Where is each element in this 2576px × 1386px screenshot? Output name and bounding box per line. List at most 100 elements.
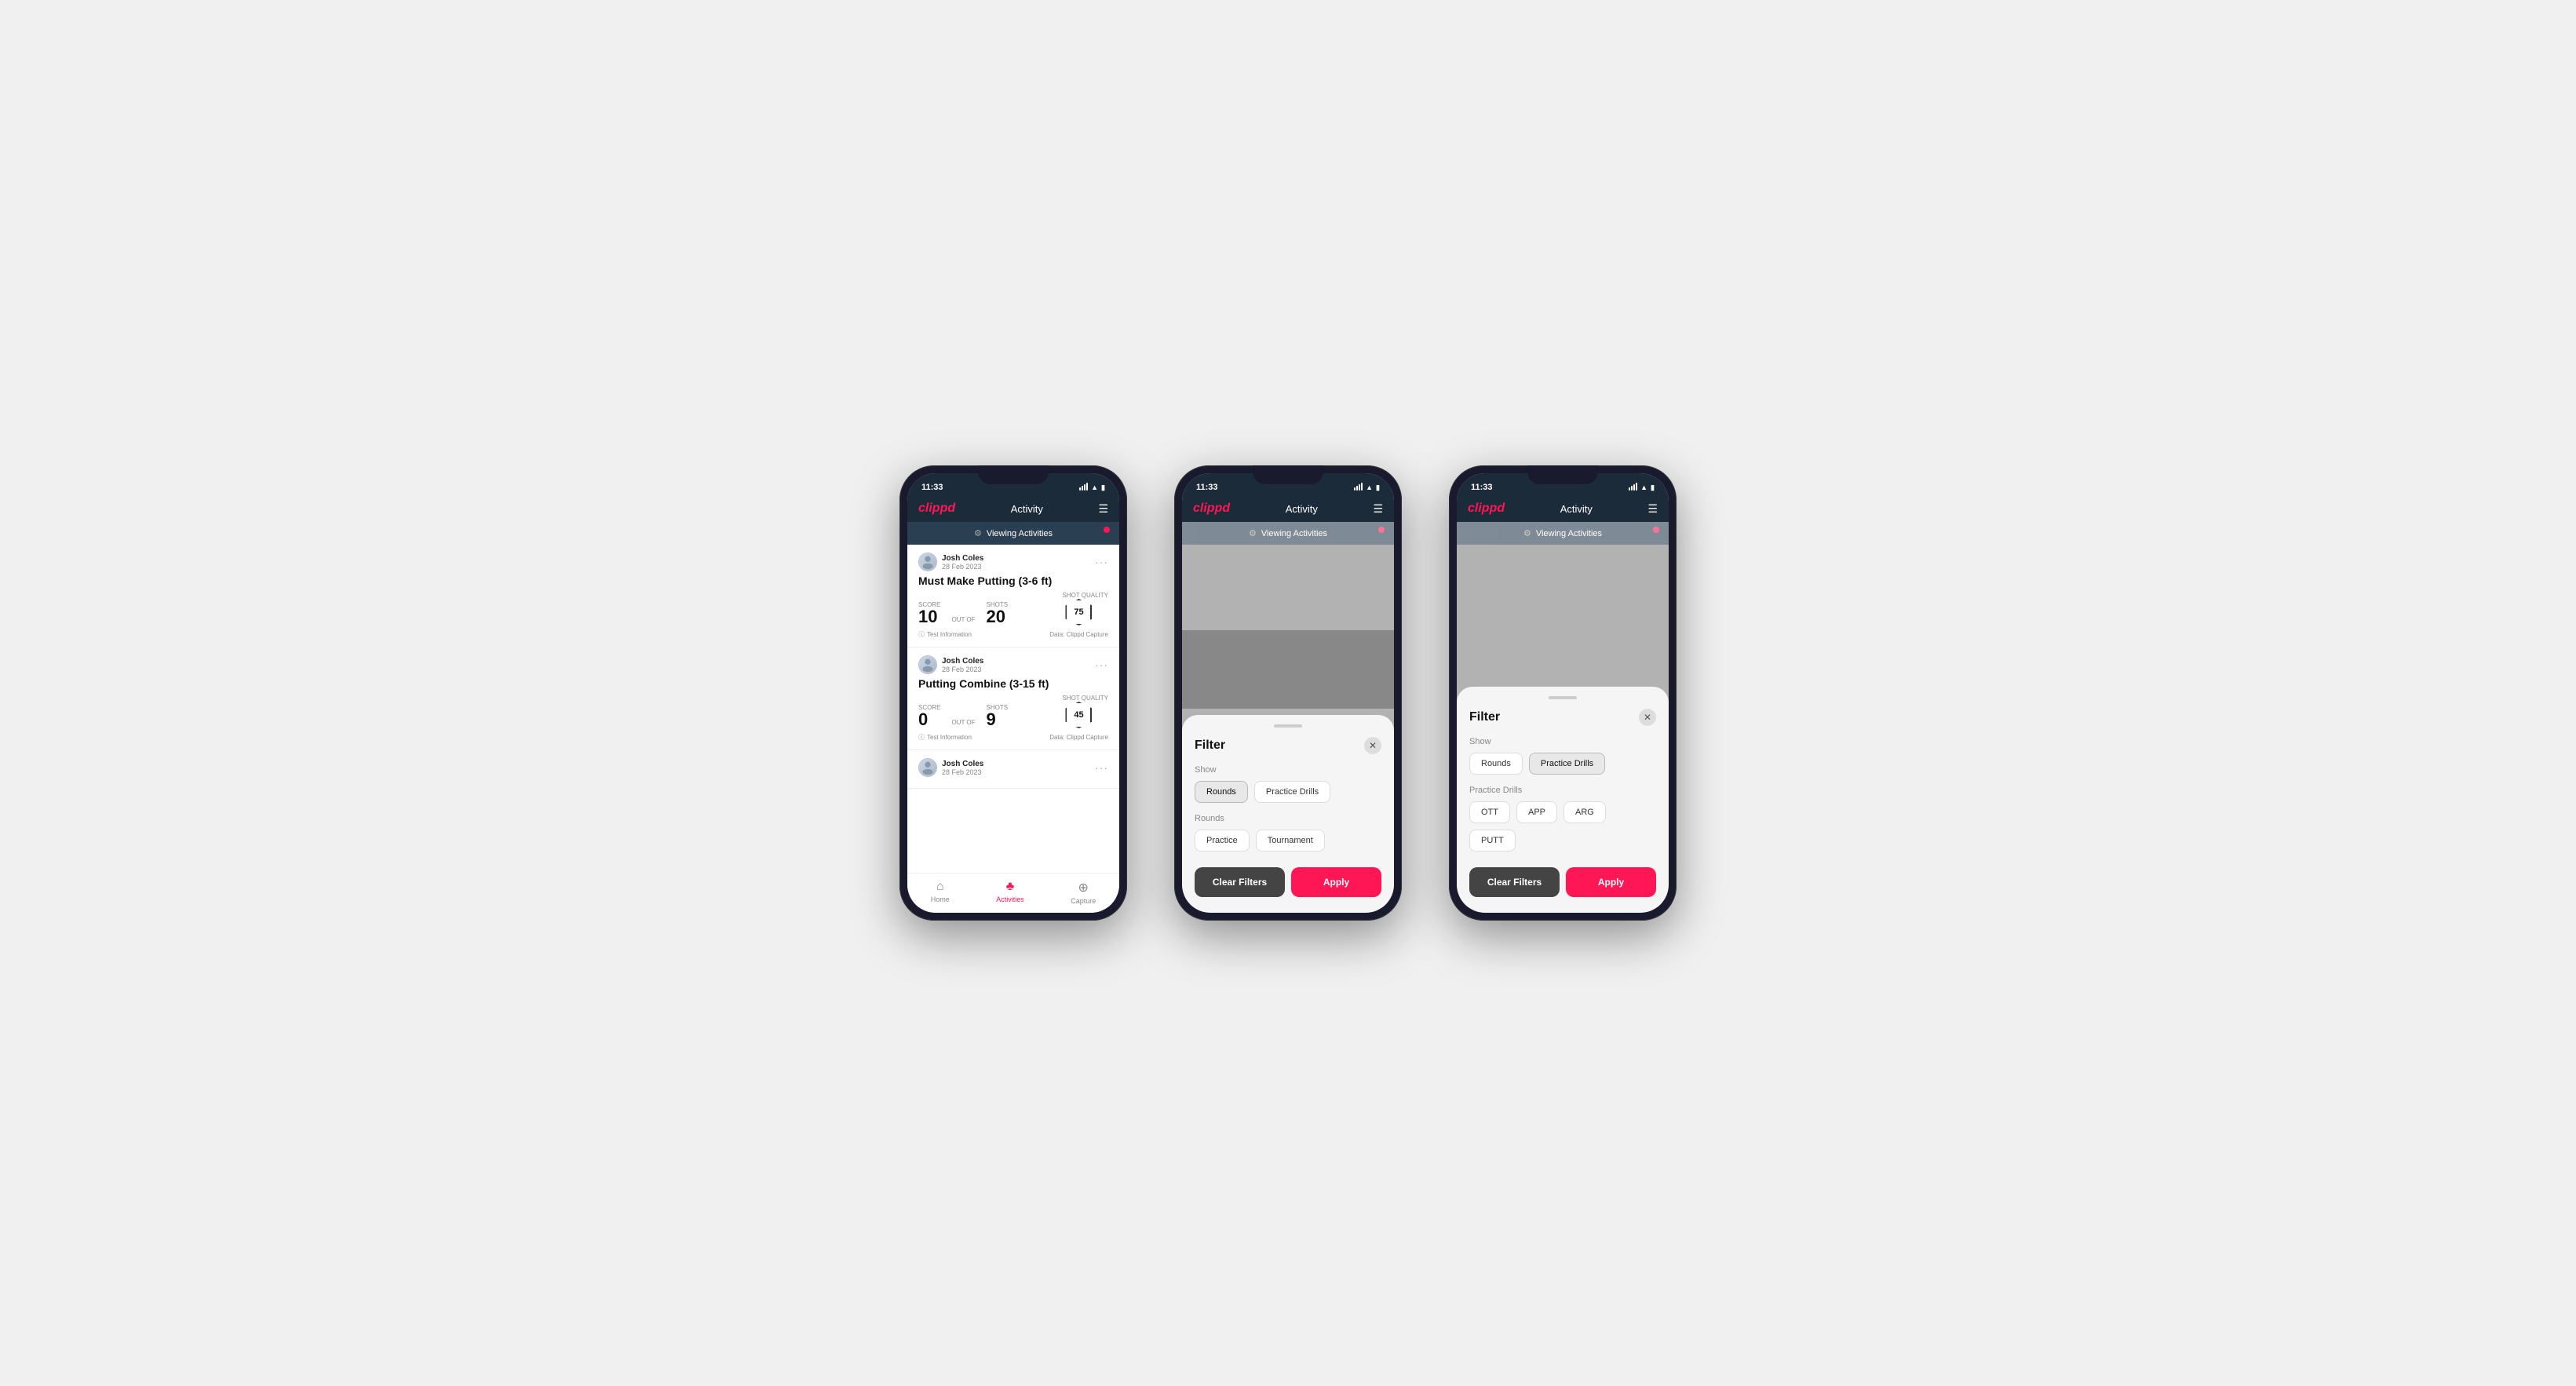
- avatar-2: [918, 655, 937, 674]
- nav-bar-2: clippd Activity ☰: [1182, 497, 1394, 522]
- hamburger-menu-2[interactable]: ☰: [1373, 502, 1383, 516]
- card-user-3: Josh Coles 28 Feb 2023: [918, 758, 983, 777]
- show-buttons-3: Rounds Practice Drills: [1469, 753, 1656, 775]
- data-source-1: Data: Clippd Capture: [1049, 631, 1108, 638]
- home-icon: ⌂: [936, 880, 944, 894]
- status-time-2: 11:33: [1196, 483, 1218, 492]
- filter-practice-group-3: Practice Drills OTT APP ARG PUTT: [1469, 786, 1656, 852]
- status-time-3: 11:33: [1471, 483, 1493, 492]
- filter-rounds-group-2: Rounds Practice Tournament: [1195, 814, 1381, 852]
- score-value-1: 10: [918, 608, 940, 626]
- user-name-2: Josh Coles: [942, 657, 983, 666]
- app-logo-3: clippd: [1468, 502, 1505, 516]
- card-footer-2: ⓘ Test Information Data: Clippd Capture: [918, 733, 1108, 742]
- drag-handle-3: [1549, 696, 1577, 699]
- test-info-2: ⓘ Test Information: [918, 733, 972, 742]
- filter-header-3: Filter ✕: [1469, 709, 1656, 726]
- viewing-bar-text-3: Viewing Activities: [1536, 529, 1602, 538]
- status-icons-3: ▲ ▮: [1629, 483, 1655, 492]
- viewing-bar-2: ⚙ Viewing Activities: [1182, 522, 1394, 545]
- battery-icon-2: ▮: [1376, 483, 1380, 492]
- nav-item-activities[interactable]: ♣ Activities: [996, 880, 1024, 905]
- practice-drills-btn-2[interactable]: Practice Drills: [1254, 781, 1330, 803]
- test-info-1: ⓘ Test Information: [918, 630, 972, 639]
- scene: 11:33 ▲ ▮ clippd: [852, 418, 1724, 968]
- nav-title-1: Activity: [1011, 503, 1043, 515]
- user-info-2: Josh Coles 28 Feb 2023: [942, 657, 983, 673]
- user-date-3: 28 Feb 2023: [942, 768, 983, 776]
- filter-title-3: Filter: [1469, 710, 1500, 724]
- viewing-bar-1[interactable]: ⚙ Viewing Activities: [907, 522, 1119, 545]
- filter-icon-1: ⚙: [974, 528, 982, 538]
- capture-label: Capture: [1071, 897, 1096, 905]
- user-date-2: 28 Feb 2023: [942, 666, 983, 673]
- nav-title-3: Activity: [1560, 503, 1593, 515]
- filter-title-2: Filter: [1195, 739, 1225, 753]
- practice-buttons-3: OTT APP ARG PUTT: [1469, 801, 1656, 852]
- putt-btn-3[interactable]: PUTT: [1469, 830, 1516, 852]
- filter-header-2: Filter ✕: [1195, 737, 1381, 754]
- card-user-2: Josh Coles 28 Feb 2023: [918, 655, 983, 674]
- app-btn-3[interactable]: APP: [1516, 801, 1557, 823]
- home-label: Home: [931, 895, 950, 903]
- viewing-bar-text-2: Viewing Activities: [1261, 529, 1327, 538]
- filter-actions-2: Clear Filters Apply: [1195, 867, 1381, 897]
- apply-btn-3[interactable]: Apply: [1566, 867, 1656, 897]
- status-icons-2: ▲ ▮: [1354, 483, 1380, 492]
- hamburger-menu-1[interactable]: ☰: [1098, 502, 1108, 516]
- nav-item-capture[interactable]: ⊕ Capture: [1071, 880, 1096, 905]
- viewing-dot-2: [1378, 527, 1385, 533]
- filter-sheet-3: Filter ✕ Show Rounds Practice Drills Pra…: [1457, 687, 1669, 913]
- filter-icon-3: ⚙: [1523, 528, 1531, 538]
- nav-item-home[interactable]: ⌂ Home: [931, 880, 950, 905]
- activity-feed: Josh Coles 28 Feb 2023 ··· Must Make Put…: [907, 545, 1119, 873]
- battery-icon-3: ▮: [1651, 483, 1655, 492]
- hamburger-menu-3[interactable]: ☰: [1647, 502, 1658, 516]
- activities-icon: ♣: [1006, 880, 1015, 894]
- filter-show-group-3: Show Rounds Practice Drills: [1469, 737, 1656, 775]
- tournament-btn-2[interactable]: Tournament: [1256, 830, 1325, 852]
- viewing-bar-3: ⚙ Viewing Activities: [1457, 522, 1669, 545]
- user-name-3: Josh Coles: [942, 760, 983, 768]
- rounds-btn-2[interactable]: Rounds: [1195, 781, 1248, 803]
- more-dots-1[interactable]: ···: [1095, 556, 1108, 568]
- avatar-3: [918, 758, 937, 777]
- viewing-dot-3: [1653, 527, 1659, 533]
- practice-label-3: Practice Drills: [1469, 786, 1656, 795]
- user-name-1: Josh Coles: [942, 554, 983, 563]
- ott-btn-3[interactable]: OTT: [1469, 801, 1510, 823]
- out-of-text-1: OUT OF: [951, 616, 975, 623]
- app-logo-1: clippd: [918, 502, 955, 516]
- practice-round-btn-2[interactable]: Practice: [1195, 830, 1250, 852]
- rounds-label-2: Rounds: [1195, 814, 1381, 823]
- rounds-btn-3[interactable]: Rounds: [1469, 753, 1523, 775]
- more-dots-2[interactable]: ···: [1095, 658, 1108, 671]
- battery-icon: ▮: [1101, 483, 1105, 492]
- filter-close-3[interactable]: ✕: [1639, 709, 1656, 726]
- signal-icon-2: [1354, 483, 1363, 492]
- viewing-bar-text-1: Viewing Activities: [987, 529, 1053, 538]
- user-info-3: Josh Coles 28 Feb 2023: [942, 760, 983, 776]
- clear-filters-btn-2[interactable]: Clear Filters: [1195, 867, 1285, 897]
- filter-actions-3: Clear Filters Apply: [1469, 867, 1656, 897]
- filter-close-2[interactable]: ✕: [1364, 737, 1381, 754]
- arg-btn-3[interactable]: ARG: [1563, 801, 1606, 823]
- practice-drills-btn-3[interactable]: Practice Drills: [1529, 753, 1605, 775]
- more-dots-3[interactable]: ···: [1095, 761, 1108, 774]
- status-icons-1: ▲ ▮: [1079, 483, 1105, 492]
- apply-btn-2[interactable]: Apply: [1291, 867, 1381, 897]
- show-label-3: Show: [1469, 737, 1656, 746]
- nav-title-2: Activity: [1286, 503, 1318, 515]
- score-value-2: 0: [918, 711, 940, 728]
- wifi-icon: ▲: [1091, 483, 1098, 491]
- stat-out-of-1: OUT OF: [951, 616, 975, 626]
- notch-3: [1527, 465, 1598, 484]
- bottom-nav-1: ⌂ Home ♣ Activities ⊕ Capture: [907, 873, 1119, 913]
- nav-bar-3: clippd Activity ☰: [1457, 497, 1669, 522]
- show-label-2: Show: [1195, 765, 1381, 775]
- stat-out-of-2: OUT OF: [951, 719, 975, 728]
- clear-filters-btn-3[interactable]: Clear Filters: [1469, 867, 1560, 897]
- app-logo-2: clippd: [1193, 502, 1230, 516]
- overlay-bg-2: [1182, 630, 1394, 709]
- filter-icon-2: ⚙: [1249, 528, 1257, 538]
